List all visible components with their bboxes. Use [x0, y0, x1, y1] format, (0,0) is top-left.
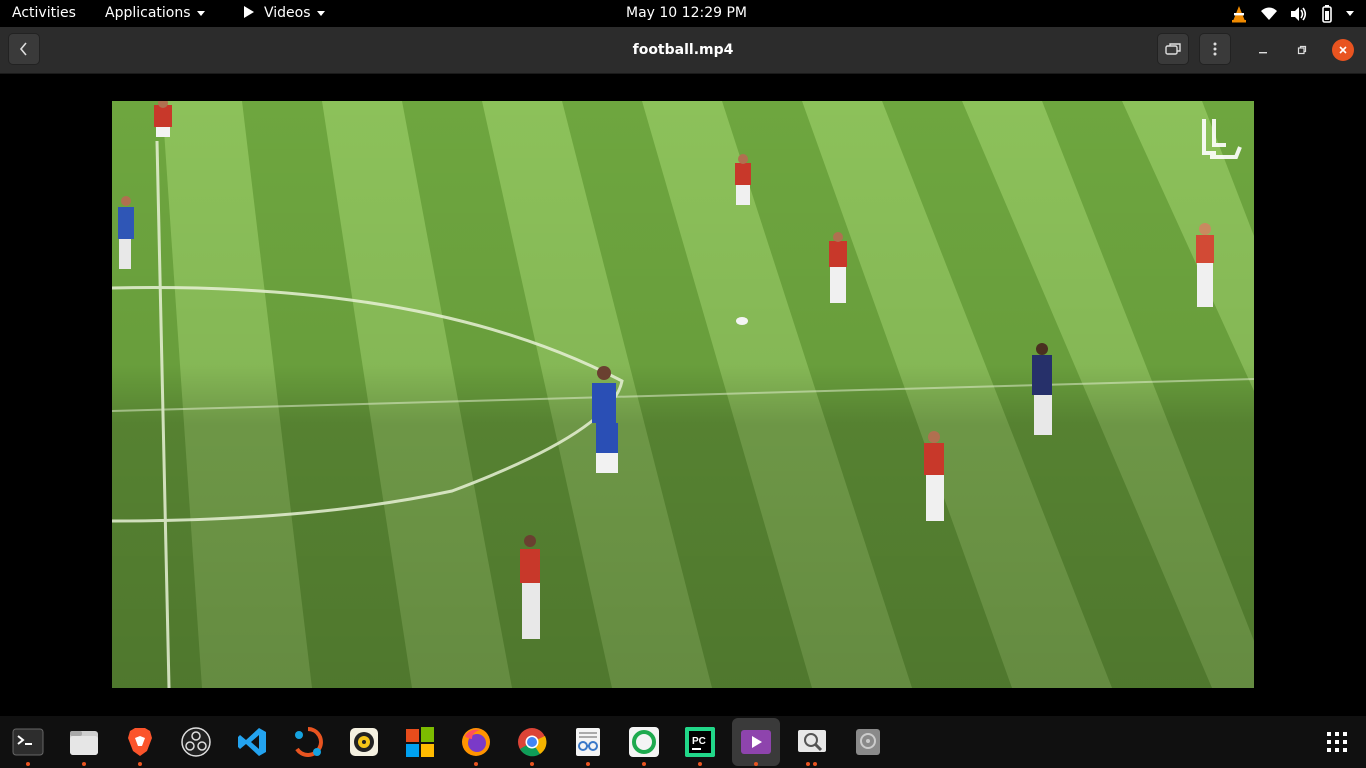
show-applications-icon[interactable]	[1326, 731, 1348, 753]
files-icon[interactable]	[68, 726, 100, 758]
terminal-icon[interactable]	[12, 726, 44, 758]
videos-app-menu[interactable]: Videos	[244, 0, 325, 27]
image-viewer-icon[interactable]	[796, 726, 828, 758]
activities-button[interactable]: Activities	[12, 0, 76, 27]
pycharm-icon[interactable]: PC	[684, 726, 716, 758]
unfullscreen-button[interactable]	[1157, 33, 1189, 65]
restore-icon	[1297, 45, 1307, 55]
minimize-button[interactable]	[1252, 39, 1274, 61]
svg-text:PC: PC	[692, 736, 706, 747]
kebab-menu-icon	[1213, 42, 1217, 56]
restore-window-icon	[1165, 43, 1181, 55]
running-indicator	[642, 762, 646, 766]
top-bar: Activities Applications Videos May 10 12…	[0, 0, 1366, 27]
running-indicator	[26, 762, 30, 766]
applications-menu[interactable]: Applications	[105, 0, 205, 27]
minimize-icon	[1259, 52, 1267, 54]
running-indicator	[530, 762, 534, 766]
clock[interactable]: May 10 12:29 PM	[626, 0, 747, 27]
firefox-icon[interactable]	[460, 726, 492, 758]
system-tray[interactable]	[1230, 0, 1354, 27]
menu-button[interactable]	[1199, 33, 1231, 65]
vlc-icon[interactable]	[1230, 5, 1248, 23]
obs-icon[interactable]	[180, 726, 212, 758]
windows-icon[interactable]	[404, 726, 436, 758]
maximize-button[interactable]	[1291, 39, 1313, 61]
running-indicator	[586, 762, 590, 766]
play-icon	[244, 6, 254, 18]
videos-label: Videos	[264, 5, 311, 21]
video-area[interactable]	[0, 74, 1366, 716]
applications-label: Applications	[105, 5, 191, 21]
brave-icon[interactable]	[124, 726, 156, 758]
reader-icon[interactable]	[572, 726, 604, 758]
disk-icon[interactable]	[852, 726, 884, 758]
chevron-left-icon	[19, 42, 27, 56]
chevron-down-icon[interactable]	[1346, 11, 1354, 16]
chevron-down-icon	[196, 10, 205, 16]
green-ring-icon[interactable]	[628, 726, 660, 758]
header-bar: football.mp4	[0, 27, 1366, 74]
volume-icon	[1291, 6, 1307, 21]
videos-icon[interactable]	[740, 726, 772, 758]
close-button[interactable]	[1332, 39, 1354, 61]
running-indicator	[813, 762, 817, 766]
football-pitch-frame	[112, 101, 1254, 688]
vscode-icon[interactable]	[236, 726, 268, 758]
running-indicator	[474, 762, 478, 766]
battery-icon	[1322, 4, 1332, 23]
video-frame[interactable]	[112, 101, 1254, 688]
ball	[736, 317, 748, 325]
wifi-icon	[1261, 7, 1277, 20]
chrome-icon[interactable]	[516, 726, 548, 758]
running-indicator	[82, 762, 86, 766]
running-indicator	[138, 762, 142, 766]
running-indicator	[698, 762, 702, 766]
chevron-down-icon	[316, 10, 325, 16]
network-icon[interactable]	[292, 726, 324, 758]
running-indicator	[806, 762, 810, 766]
running-indicator	[754, 762, 758, 766]
back-button[interactable]	[8, 33, 40, 65]
close-icon	[1339, 46, 1347, 54]
rhythmbox-icon[interactable]	[348, 726, 380, 758]
